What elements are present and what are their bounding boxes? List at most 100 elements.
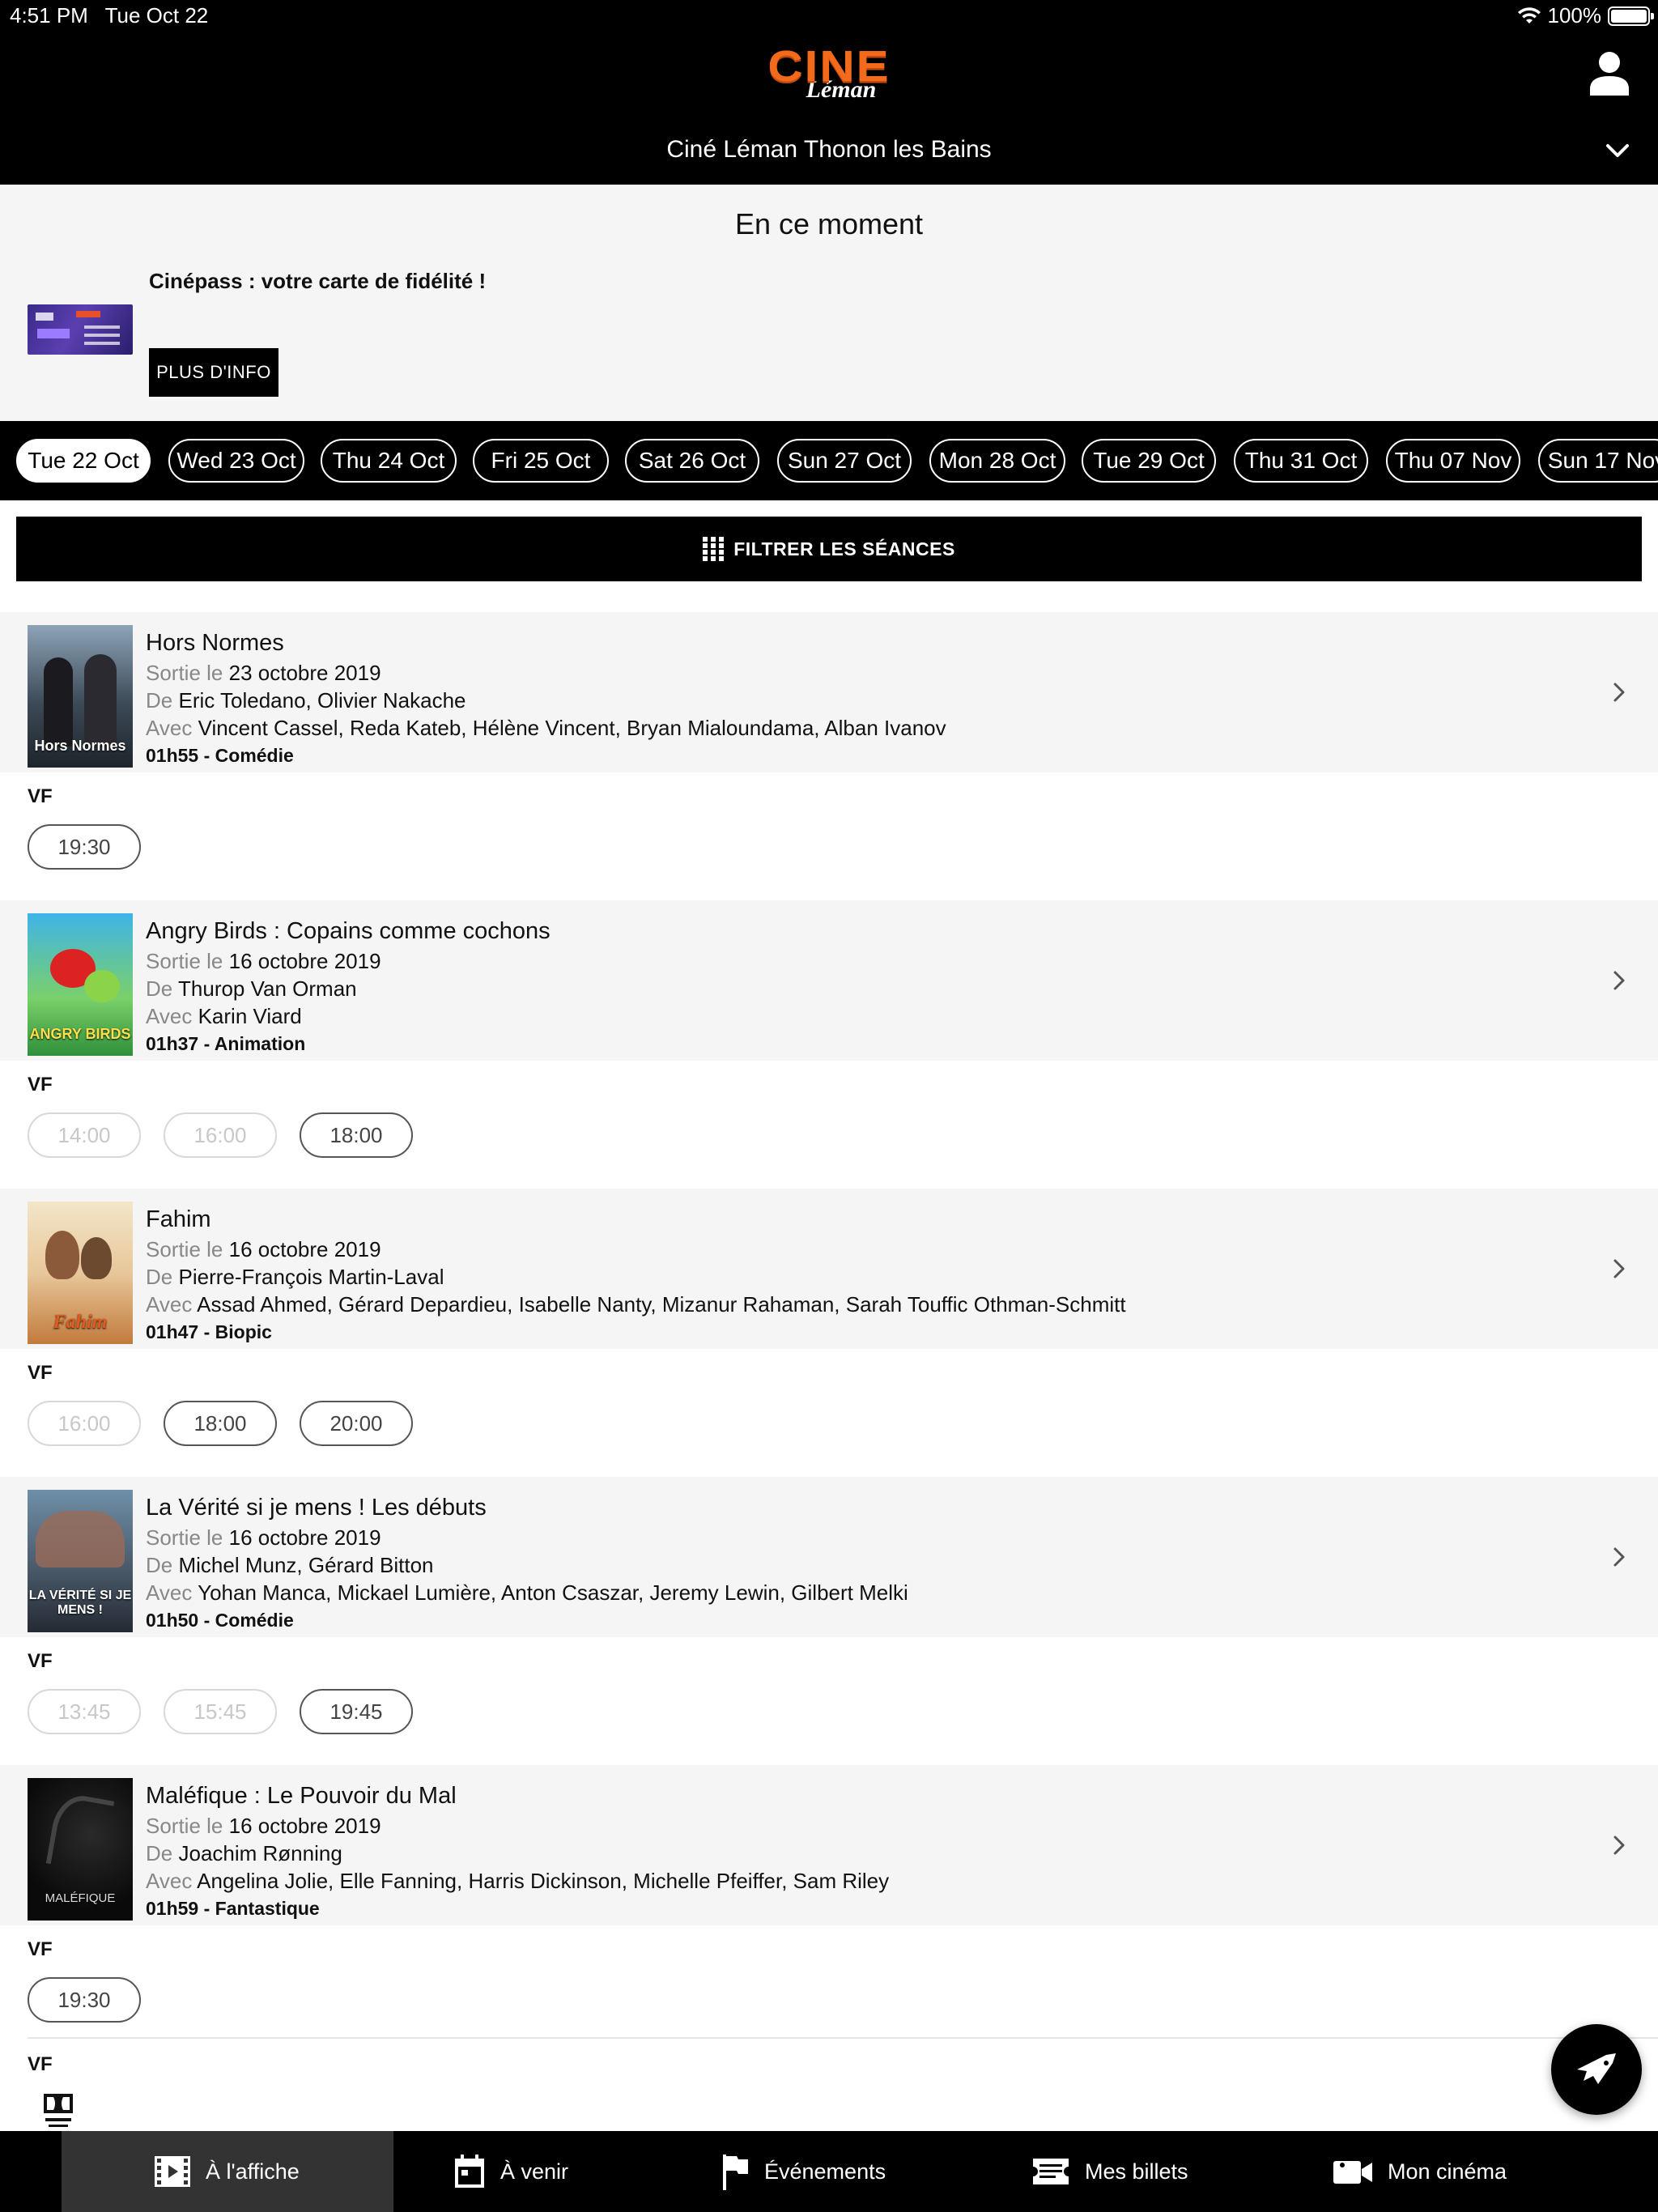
movie-title: Maléfique : Le Pouvoir du Mal bbox=[146, 1783, 457, 1809]
movie-directors: De Michel Munz, Gérard Bitton bbox=[146, 1553, 434, 1577]
showtime-button[interactable]: 19:45 bbox=[300, 1689, 413, 1734]
movie-duration-genre: 01h37 - Animation bbox=[146, 1033, 306, 1054]
tab-events[interactable]: Événements bbox=[721, 2131, 996, 2212]
tab-my-tickets[interactable]: Mes billets bbox=[1031, 2131, 1307, 2212]
tab-upcoming[interactable]: À venir bbox=[453, 2131, 696, 2212]
version-label: VF bbox=[28, 2053, 53, 2075]
movie-cast: Avec Vincent Cassel, Reda Kateb, Hélène … bbox=[146, 716, 946, 740]
poster-title: LA VÉRITÉ SI JE MENS ! bbox=[28, 1589, 132, 1617]
promo-section-title: En ce moment bbox=[734, 207, 924, 240]
movie-release: Sortie le 23 octobre 2019 bbox=[146, 661, 381, 685]
section-divider bbox=[28, 2037, 1658, 2039]
tab-now-showing[interactable]: À l'affiche bbox=[62, 2131, 393, 2212]
cinema-selector-chevron[interactable] bbox=[1601, 136, 1634, 165]
ticket-icon bbox=[1033, 2159, 1069, 2184]
showtime-button[interactable]: 18:00 bbox=[300, 1112, 413, 1158]
movie-info-row[interactable]: MALÉFIQUE Maléfique : Le Pouvoir du Mal … bbox=[0, 1765, 1658, 1925]
chevron-right-icon[interactable] bbox=[1611, 967, 1629, 994]
date-pill[interactable]: Wed 23 Oct bbox=[168, 439, 304, 483]
user-icon bbox=[1590, 52, 1629, 96]
version-label: VF bbox=[28, 1938, 53, 1960]
movie-card: MALÉFIQUE Maléfique : Le Pouvoir du Mal … bbox=[0, 1765, 1658, 2023]
battery-icon bbox=[1608, 6, 1654, 26]
showtime-button[interactable]: 14:00 bbox=[28, 1112, 141, 1158]
app-header: 4:51 PM Tue Oct 22 100% CINE Léman Ciné … bbox=[0, 0, 1658, 185]
profile-button[interactable] bbox=[1588, 50, 1630, 96]
movie-card: ANGRY BIRDS Angry Birds : Copains comme … bbox=[0, 900, 1658, 1158]
more-info-button[interactable]: PLUS D'INFO bbox=[149, 348, 278, 397]
showtime-button[interactable]: 19:30 bbox=[28, 824, 141, 870]
flag-icon bbox=[723, 2155, 748, 2190]
chevron-down-icon bbox=[1606, 144, 1629, 157]
tab-my-cinema[interactable]: Mon cinéma bbox=[1333, 2131, 1640, 2212]
version-label: VF bbox=[28, 1074, 53, 1095]
version-label: VF bbox=[28, 1650, 53, 1672]
movie-poster: ANGRY BIRDS bbox=[28, 913, 133, 1056]
showtime-button[interactable]: 19:30 bbox=[28, 1977, 141, 2023]
status-bar-left: 4:51 PM Tue Oct 22 bbox=[10, 3, 219, 28]
movie-release: Sortie le 16 octobre 2019 bbox=[146, 1525, 381, 1550]
date-pill[interactable]: Thu 07 Nov bbox=[1386, 439, 1520, 483]
chevron-right-icon[interactable] bbox=[1611, 678, 1629, 706]
movie-release: Sortie le 16 octobre 2019 bbox=[146, 949, 381, 973]
movie-card: Hors Normes Hors Normes Sortie le 23 oct… bbox=[0, 612, 1658, 870]
movie-poster: LA VÉRITÉ SI JE MENS ! bbox=[28, 1490, 133, 1632]
date-pill[interactable]: Sun 17 Nov bbox=[1538, 439, 1658, 483]
tab-label: Mes billets bbox=[1085, 2159, 1188, 2184]
movie-poster: Hors Normes bbox=[28, 625, 133, 768]
tab-label: Mon cinéma bbox=[1388, 2159, 1507, 2184]
version-label: VF bbox=[28, 785, 53, 807]
date-pill[interactable]: Sat 26 Oct bbox=[625, 439, 759, 483]
quick-booking-button[interactable] bbox=[1551, 2024, 1642, 2115]
date-pill[interactable]: Fri 25 Oct bbox=[473, 439, 609, 483]
movie-card: Fahim Fahim Sortie le 16 octobre 2019 De… bbox=[0, 1189, 1658, 1446]
cinema-selector-label[interactable]: Ciné Léman Thonon les Bains bbox=[0, 136, 1658, 164]
movie-info-row[interactable]: ANGRY BIRDS Angry Birds : Copains comme … bbox=[0, 900, 1658, 1061]
showtime-button[interactable]: 13:45 bbox=[28, 1689, 141, 1734]
showtime-button[interactable]: 18:00 bbox=[164, 1401, 277, 1446]
promo-thumbnail[interactable] bbox=[28, 304, 133, 355]
bottom-tab-bar: À l'affiche À venir Événements Mes bille… bbox=[0, 2131, 1658, 2212]
movie-info-row[interactable]: Hors Normes Hors Normes Sortie le 23 oct… bbox=[0, 612, 1658, 772]
showtime-button[interactable]: 16:00 bbox=[164, 1112, 277, 1158]
date-pill[interactable]: Tue 29 Oct bbox=[1082, 439, 1216, 483]
date-pill[interactable]: Tue 22 Oct bbox=[16, 439, 151, 483]
filter-sessions-button[interactable]: FILTRER LES SÉANCES bbox=[16, 517, 1642, 581]
film-icon bbox=[155, 2156, 190, 2187]
movie-cast: Avec Karin Viard bbox=[146, 1004, 302, 1028]
version-label: VF bbox=[28, 1362, 53, 1384]
dolby-atmos-icon bbox=[44, 2094, 73, 2127]
tab-label: À venir bbox=[500, 2159, 569, 2184]
filter-sessions-label: FILTRER LES SÉANCES bbox=[733, 538, 955, 559]
movie-poster: MALÉFIQUE bbox=[28, 1778, 133, 1921]
poster-title: ANGRY BIRDS bbox=[29, 1026, 131, 1042]
grid-icon bbox=[703, 537, 725, 561]
date-pill[interactable]: Thu 24 Oct bbox=[321, 439, 457, 483]
logo-primary: CINE bbox=[767, 41, 891, 91]
wifi-icon bbox=[1517, 6, 1541, 23]
chevron-right-icon[interactable] bbox=[1611, 1831, 1629, 1859]
date-pill[interactable]: Sun 27 Oct bbox=[777, 439, 912, 483]
movie-duration-genre: 01h50 - Comédie bbox=[146, 1610, 294, 1631]
chevron-right-icon[interactable] bbox=[1611, 1255, 1629, 1283]
status-date: Tue Oct 22 bbox=[104, 3, 209, 28]
showtime-button[interactable]: 20:00 bbox=[300, 1401, 413, 1446]
movie-cast: Avec Assad Ahmed, Gérard Depardieu, Isab… bbox=[146, 1292, 1126, 1317]
camera-icon bbox=[1333, 2161, 1372, 2184]
date-pill[interactable]: Thu 31 Oct bbox=[1234, 439, 1368, 483]
tab-label: Événements bbox=[764, 2159, 886, 2184]
movie-title: Fahim bbox=[146, 1206, 211, 1232]
date-selector[interactable]: Tue 22 Oct Wed 23 Oct Thu 24 Oct Fri 25 … bbox=[0, 421, 1658, 500]
chevron-right-icon[interactable] bbox=[1611, 1543, 1629, 1571]
movie-directors: De Eric Toledano, Olivier Nakache bbox=[146, 688, 466, 713]
date-pill[interactable]: Mon 28 Oct bbox=[929, 439, 1065, 483]
movie-title: La Vérité si je mens ! Les débuts bbox=[146, 1495, 487, 1521]
movie-release: Sortie le 16 octobre 2019 bbox=[146, 1814, 381, 1838]
movie-poster: Fahim bbox=[28, 1202, 133, 1344]
movie-cast: Avec Yohan Manca, Mickael Lumière, Anton… bbox=[146, 1580, 908, 1605]
showtime-button[interactable]: 16:00 bbox=[28, 1401, 141, 1446]
calendar-icon bbox=[455, 2155, 484, 2188]
movie-info-row[interactable]: Fahim Fahim Sortie le 16 octobre 2019 De… bbox=[0, 1189, 1658, 1349]
showtime-button[interactable]: 15:45 bbox=[164, 1689, 277, 1734]
movie-info-row[interactable]: LA VÉRITÉ SI JE MENS ! La Vérité si je m… bbox=[0, 1477, 1658, 1637]
